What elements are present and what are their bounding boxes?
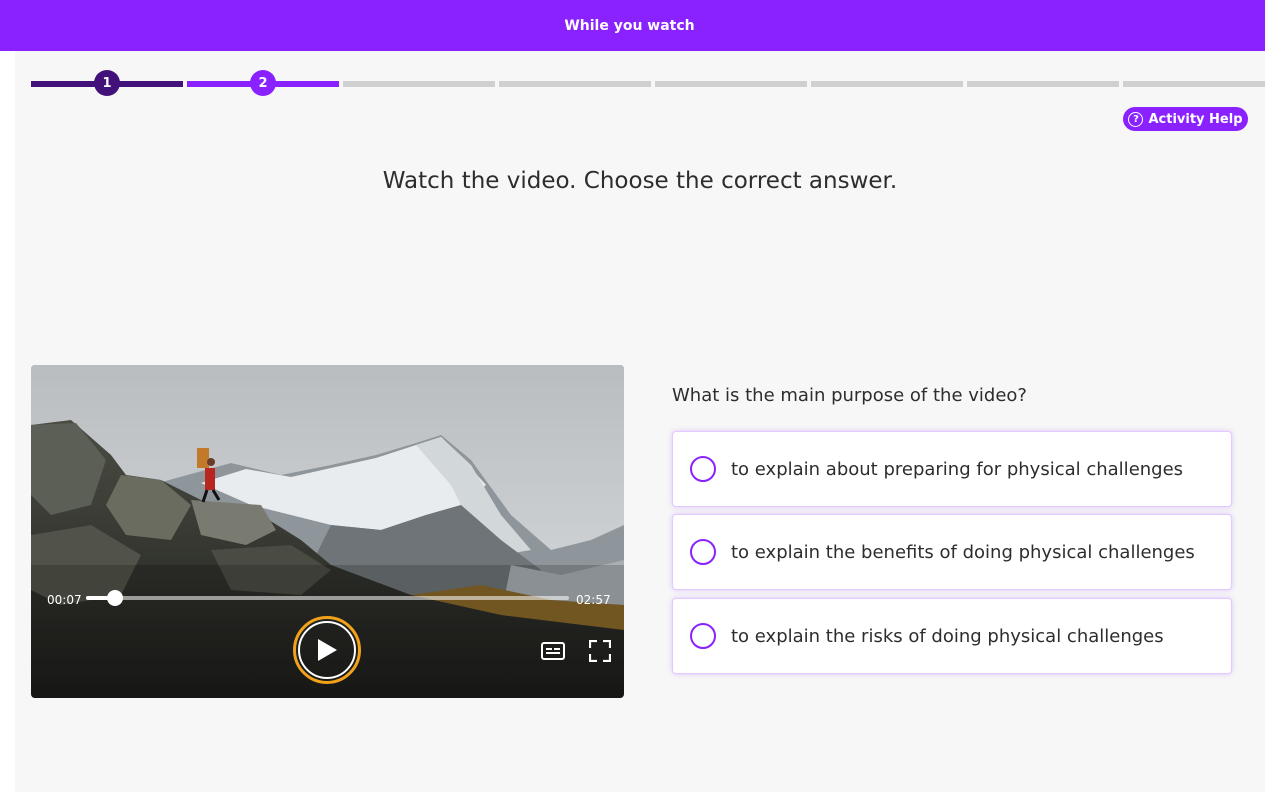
play-button[interactable] <box>293 616 361 684</box>
step-2-indicator[interactable]: 2 <box>250 70 276 96</box>
answer-label: to explain the risks of doing physical c… <box>731 625 1164 647</box>
answer-option-3[interactable]: to explain the risks of doing physical c… <box>672 598 1232 674</box>
progress-segment-8 <box>1123 81 1265 87</box>
progress-segment-6 <box>811 81 963 87</box>
play-icon <box>318 639 337 661</box>
instruction-text: Watch the video. Choose the correct answ… <box>382 168 898 194</box>
answer-label: to explain the benefits of doing physica… <box>731 541 1195 563</box>
captions-icon[interactable] <box>541 642 565 660</box>
seek-bar[interactable] <box>86 596 569 600</box>
activity-panel: 1 2 ? Activity Help Watch the video. Cho… <box>15 51 1265 792</box>
current-time: 00:07 <box>47 593 82 607</box>
seek-handle[interactable] <box>106 590 123 606</box>
fullscreen-icon[interactable] <box>589 640 611 662</box>
answer-option-2[interactable]: to explain the benefits of doing physica… <box>672 514 1232 590</box>
progress-segment-7 <box>967 81 1119 87</box>
answer-label: to explain about preparing for physical … <box>731 458 1184 480</box>
question-text: What is the main purpose of the video? <box>672 385 1027 406</box>
question-circle-icon: ? <box>1128 111 1144 127</box>
step-1-indicator[interactable]: 1 <box>94 70 120 96</box>
video-player[interactable]: 00:07 02:57 <box>31 365 624 698</box>
answer-option-1[interactable]: to explain about preparing for physical … <box>672 431 1232 507</box>
duration: 02:57 <box>576 593 611 607</box>
radio-button[interactable] <box>690 539 716 565</box>
progress-segment-5 <box>655 81 807 87</box>
activity-help-label: Activity Help <box>1148 111 1243 127</box>
radio-button[interactable] <box>690 623 716 649</box>
activity-help-button[interactable]: ? Activity Help <box>1123 107 1248 131</box>
top-bar: While you watch <box>0 0 1265 51</box>
page-title: While you watch <box>564 17 695 34</box>
progress-segment-3 <box>343 81 495 87</box>
radio-button[interactable] <box>690 456 716 482</box>
progress-segment-4 <box>499 81 651 87</box>
